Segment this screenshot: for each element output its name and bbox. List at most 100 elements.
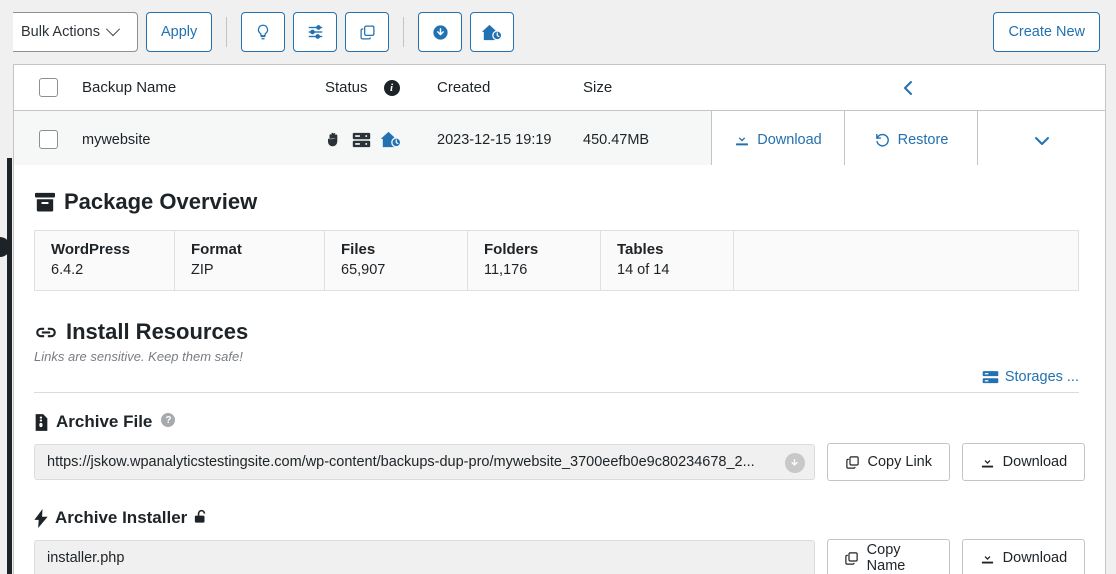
overview-cell-files: Files 65,907 <box>325 231 468 290</box>
bulk-actions-label: Bulk Actions <box>21 24 100 40</box>
overview-value-format: ZIP <box>191 262 324 278</box>
sliders-icon <box>306 23 325 41</box>
archive-file-download-label: Download <box>1003 454 1068 470</box>
home-restore-icon <box>380 130 402 149</box>
copy-icon <box>359 24 376 41</box>
row-backup-name[interactable]: mywebsite <box>82 111 325 168</box>
create-new-button[interactable]: Create New <box>993 12 1100 52</box>
toolbar: Bulk Actions Apply <box>0 0 1116 64</box>
settings-button[interactable] <box>293 12 337 52</box>
overview-header-wordpress: WordPress <box>51 241 174 258</box>
overview-cell-format: Format ZIP <box>175 231 325 290</box>
overview-cell-folders: Folders 11,176 <box>468 231 601 290</box>
hand-icon <box>325 130 343 149</box>
archive-file-row: Copy Link Download <box>34 443 1085 481</box>
column-header-status[interactable]: Status i <box>325 79 437 96</box>
overview-header-format: Format <box>191 241 324 258</box>
overview-header-tables: Tables <box>617 241 733 258</box>
archive-file-input-wrapper <box>34 444 815 480</box>
archive-file-copy-link-button[interactable]: Copy Link <box>827 443 950 481</box>
archive-file-inline-download-icon[interactable] <box>785 453 805 473</box>
copy-icon <box>844 551 859 566</box>
package-overview-heading: Package Overview <box>34 189 1085 215</box>
overview-value-wordpress: 6.4.2 <box>51 262 174 278</box>
apply-button[interactable]: Apply <box>146 12 212 52</box>
download-icon <box>980 551 995 566</box>
chevron-left-icon <box>901 79 915 97</box>
row-download-label: Download <box>757 132 822 148</box>
archive-installer-download-button[interactable]: Download <box>962 539 1085 574</box>
import-button[interactable] <box>418 12 462 52</box>
toolbar-divider-2 <box>403 17 404 47</box>
row-select-cell <box>14 111 82 168</box>
package-icon <box>34 192 56 212</box>
home-restore-icon <box>481 23 503 42</box>
archive-installer-row: Copy Name Download <box>34 539 1085 574</box>
tips-button[interactable] <box>241 12 285 52</box>
archive-file-download-button[interactable]: Download <box>962 443 1085 481</box>
archive-installer-copy-name-button[interactable]: Copy Name <box>827 539 950 574</box>
overview-header-files: Files <box>341 241 467 258</box>
archive-installer-download-label: Download <box>1003 550 1068 566</box>
select-all-cell <box>14 78 82 97</box>
overview-header-folders: Folders <box>484 241 600 258</box>
download-circle-icon <box>431 23 450 42</box>
row-checkbox[interactable] <box>39 130 58 149</box>
overview-value-tables: 14 of 14 <box>617 262 733 278</box>
restore-arrow-icon <box>874 131 891 148</box>
overview-cell-empty <box>734 231 1078 290</box>
backup-detail-pane: Package Overview WordPress 6.4.2 Format … <box>13 165 1106 574</box>
overview-cell-tables: Tables 14 of 14 <box>601 231 734 290</box>
install-resources-subtitle: Links are sensitive. Keep them safe! <box>34 349 1085 364</box>
archive-file-copy-link-label: Copy Link <box>868 454 932 470</box>
download-icon <box>734 132 750 148</box>
table-header-row: Backup Name Status i Created Size <box>14 65 1105 111</box>
row-expand-button[interactable] <box>977 111 1105 168</box>
column-header-size[interactable]: Size <box>583 79 711 96</box>
row-restore-button[interactable]: Restore <box>844 111 977 168</box>
lightbulb-icon <box>254 23 272 41</box>
package-overview-table: WordPress 6.4.2 Format ZIP Files 65,907 … <box>34 230 1079 291</box>
toolbar-left-group: Bulk Actions Apply <box>8 12 514 52</box>
row-restore-label: Restore <box>898 132 949 148</box>
bolt-icon <box>34 509 48 528</box>
backups-table: Backup Name Status i Created Size mywebs… <box>13 64 1106 169</box>
duplicate-button[interactable] <box>345 12 389 52</box>
column-header-backup-name[interactable]: Backup Name <box>82 79 325 96</box>
link-icon <box>34 322 58 342</box>
status-info-icon[interactable]: i <box>384 80 400 96</box>
archive-installer-input-wrapper <box>34 540 815 574</box>
install-resources-title: Install Resources <box>66 319 248 345</box>
create-new-label: Create New <box>1008 24 1085 40</box>
chevron-down-icon <box>1033 133 1051 147</box>
archive-file-input[interactable] <box>35 445 814 479</box>
select-all-checkbox[interactable] <box>39 78 58 97</box>
archive-installer-label-text: Archive Installer <box>55 508 187 528</box>
storages-link[interactable]: Storages ... <box>982 369 1079 385</box>
storage-icon <box>982 370 999 385</box>
row-created: 2023-12-15 19:19 <box>437 111 583 168</box>
overview-value-files: 65,907 <box>341 262 467 278</box>
archive-file-label-text: Archive File <box>56 412 152 432</box>
row-status-icons <box>325 111 437 168</box>
help-icon[interactable]: ? <box>161 413 175 427</box>
file-archive-icon <box>34 413 49 432</box>
bulk-actions-select[interactable]: Bulk Actions <box>8 12 138 52</box>
table-row: mywebsite <box>14 111 1105 169</box>
archive-file-label: Archive File ? <box>34 412 1085 432</box>
install-resources-heading: Install Resources <box>34 319 1085 345</box>
toolbar-right-group: Create New <box>993 12 1108 52</box>
archive-installer-input[interactable] <box>35 541 814 574</box>
download-icon <box>980 455 995 470</box>
collapse-all-button[interactable] <box>711 79 1105 97</box>
column-header-created[interactable]: Created <box>437 79 583 96</box>
overview-cell-wordpress: WordPress 6.4.2 <box>35 231 175 290</box>
restore-site-button[interactable] <box>470 12 514 52</box>
archive-installer-copy-name-label: Copy Name <box>867 542 933 574</box>
row-size: 450.47MB <box>583 111 711 168</box>
chevron-down-icon <box>106 22 120 36</box>
row-download-button[interactable]: Download <box>711 111 844 168</box>
toolbar-divider-1 <box>226 17 227 47</box>
admin-sidebar-bar <box>7 158 12 574</box>
column-header-status-label: Status <box>325 79 368 96</box>
